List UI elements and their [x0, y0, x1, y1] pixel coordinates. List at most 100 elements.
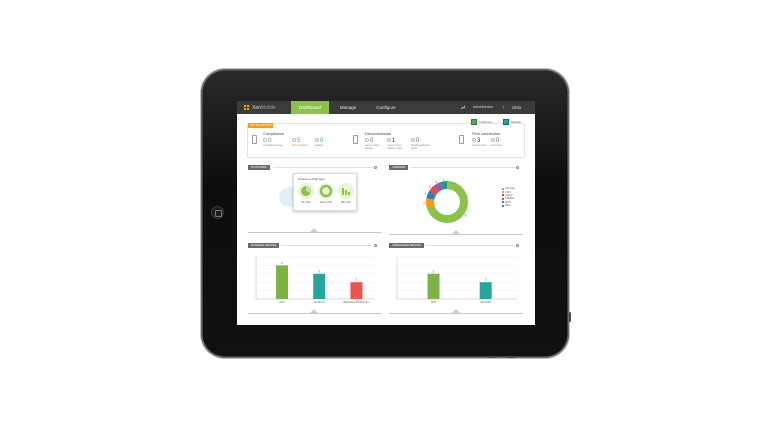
tab-configure[interactable]: Configure [367, 101, 405, 114]
home-button[interactable] [211, 206, 224, 219]
platforms-header: PLATFORMS [248, 165, 270, 170]
inactive-label: Inactive [315, 144, 324, 147]
collapse-arrow-icon[interactable] [452, 309, 460, 313]
app-logo: XenMobile [244, 104, 276, 111]
divider [425, 245, 515, 246]
pending-wipes-label: Pending selective wipes [411, 144, 430, 150]
collapse-arrow-icon[interactable] [310, 309, 318, 313]
legend-swatch [502, 201, 504, 204]
bar[interactable] [350, 282, 363, 299]
tab-dashboard[interactable]: Dashboard [291, 101, 329, 114]
gear-icon[interactable] [516, 166, 519, 169]
brand-name: XenMobile [252, 104, 276, 111]
vendor-logo: citrix [512, 105, 522, 110]
user-menu[interactable]: administrator [473, 101, 493, 114]
x-tick-label: iOS [431, 300, 436, 304]
tablet-screen: XenMobile Dashboard Manage Configure adm… [237, 101, 535, 325]
bar-data-label: 4 [281, 261, 283, 265]
donut-chart-option[interactable]: Donut chart [318, 183, 334, 206]
last-week-label: Last week [491, 144, 502, 147]
tab-manage[interactable]: Manage [329, 101, 367, 114]
first-connection-title: First connection [472, 131, 501, 136]
selective-wipe-label: Lost or stolen selective wipe [387, 144, 402, 150]
slice-data-label: 8 [423, 201, 425, 205]
status-ring-icon [491, 138, 495, 143]
x-tick-label: iOS [280, 300, 285, 304]
panel-footer [248, 313, 381, 314]
decommission-title: Decommission [365, 131, 392, 136]
chart-type-chooser: Choose a chart type Pie chart Donut char… [293, 173, 357, 211]
pie-chart-label: Pie chart [301, 201, 311, 204]
managed-devices-header: MANAGED DEVICES [248, 243, 280, 248]
donut-slice[interactable] [426, 190, 437, 200]
managed-devices-chart: 4 iOS 3 Android 2 Windows Phone 8.x [255, 256, 375, 304]
panel-footer [389, 234, 523, 235]
compliance-title: Compliance [263, 131, 285, 136]
bar-data-label: 3 [318, 269, 320, 273]
power-button-right[interactable] [507, 356, 515, 358]
customize-button[interactable]: Customize [471, 118, 492, 125]
notifications-badge: NOTIFICATIONS [248, 123, 274, 128]
legend-swatch [502, 187, 504, 190]
pie-chart-icon [298, 183, 314, 199]
device-icon [353, 135, 358, 144]
donut-chart-label: Donut chart [319, 201, 333, 204]
legend-swatch [502, 194, 504, 197]
legend-item[interactable]: Other [502, 204, 515, 207]
slice-data-label: 5 [443, 177, 445, 181]
lost-label: Lost or stolen devices [365, 144, 380, 150]
status-ring-icon [387, 138, 391, 143]
status-ring-icon [315, 138, 319, 143]
refresh-button[interactable]: Refresh [503, 118, 521, 125]
carriers-donut-chart: 7086565 [423, 177, 468, 223]
collapse-arrow-icon[interactable] [452, 230, 460, 234]
bar-chart-option[interactable]: Bar chart [338, 183, 354, 206]
noncompliant-label: Non-compliant [292, 144, 308, 147]
carriers-legend: Unknown AT&T Verizon T-Mobile Sprint Other [502, 187, 515, 207]
divider [281, 245, 373, 246]
gear-icon[interactable] [374, 244, 377, 247]
power-button-left[interactable] [487, 356, 497, 358]
refresh-icon [503, 118, 509, 125]
customize-icon [471, 118, 477, 125]
notifications-panel [247, 123, 525, 158]
refresh-label: Refresh [511, 119, 521, 124]
device-icon [252, 135, 257, 144]
bar-chart-icon [338, 183, 354, 199]
volume-button[interactable] [569, 312, 571, 322]
divider: | [503, 105, 504, 109]
chooser-title: Choose a chart type [298, 177, 325, 181]
bar-data-label: 2 [356, 278, 358, 282]
status-ring-icon [472, 138, 476, 143]
device-icon [459, 135, 464, 144]
unmanaged-devices-chart: 3 iOS 2 Android [396, 256, 517, 304]
slice-data-label: 6 [425, 192, 427, 196]
bar-chart-label: Bar chart [341, 201, 351, 204]
legend-swatch [502, 197, 504, 200]
top-nav-bar: XenMobile Dashboard Manage Configure adm… [237, 101, 535, 114]
status-ring-icon [263, 138, 267, 143]
bar[interactable] [313, 273, 326, 299]
bar[interactable] [479, 282, 492, 299]
divider [411, 167, 515, 168]
wrench-icon[interactable] [460, 105, 465, 110]
gear-icon[interactable] [516, 244, 519, 247]
slice-data-label: 70 [464, 214, 467, 218]
legend-swatch [502, 204, 504, 207]
bar[interactable] [276, 265, 289, 299]
status-ring-icon [292, 138, 296, 143]
collapse-arrow-icon[interactable] [310, 228, 318, 232]
bar[interactable] [427, 273, 440, 299]
donut-slice[interactable] [426, 198, 435, 209]
donut-slice[interactable] [433, 182, 444, 193]
divider [273, 167, 373, 168]
gear-icon[interactable] [374, 166, 377, 169]
status-ring-icon [411, 138, 415, 143]
legend-label: Other [505, 204, 511, 208]
pie-chart-option[interactable]: Pie chart [298, 183, 314, 206]
unmanaged-devices-header: UNMANAGED DEVICES [389, 243, 424, 248]
donut-slice[interactable] [440, 181, 448, 190]
donut-chart-icon [318, 183, 334, 199]
donut-slice[interactable] [429, 185, 439, 196]
bar-data-label: 2 [485, 278, 487, 282]
